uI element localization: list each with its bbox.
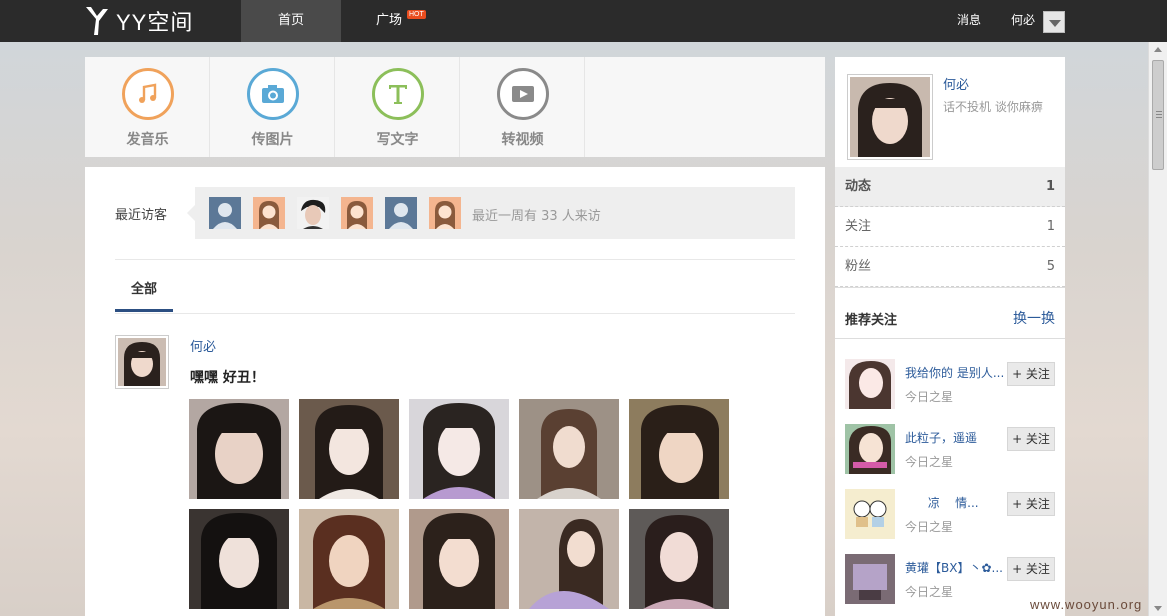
tab-underline — [115, 313, 795, 314]
publish-photo-button[interactable]: 传图片 — [210, 57, 335, 157]
top-navigation-bar: YY空间 首页 广场 HOT 消息 何必 — [0, 0, 1167, 42]
follow-button[interactable]: + 关注 — [1007, 492, 1055, 516]
post-photo[interactable] — [409, 509, 509, 609]
visitor-avatar[interactable] — [297, 197, 329, 229]
user-menu-name[interactable]: 何必 — [1011, 0, 1035, 42]
stat-fans[interactable]: 粉丝 5 — [835, 247, 1065, 287]
yy-logo-icon — [86, 7, 108, 35]
chevron-down-icon[interactable] — [1043, 11, 1065, 33]
watermark: www.wooyun.org — [1030, 597, 1143, 612]
recommend-subtitle: 今日之星 — [905, 390, 954, 404]
profile-signature: 话不投机 谈你麻痹 — [943, 100, 1043, 114]
publish-music-button[interactable]: 发音乐 — [85, 57, 210, 157]
stat-following[interactable]: 关注 1 — [835, 207, 1065, 247]
page-scrollbar[interactable] — [1148, 42, 1167, 616]
publish-toolbar: 发音乐 传图片 写文字 转视频 — [85, 57, 825, 157]
music-note-icon — [122, 68, 174, 120]
logo[interactable]: YY空间 — [84, 5, 193, 37]
recommend-subtitle: 今日之星 — [905, 455, 954, 469]
visitor-avatar[interactable] — [341, 197, 373, 229]
stat-following-value: 1 — [1046, 219, 1055, 234]
recommend-subtitle: 今日之星 — [905, 520, 954, 534]
recommend-avatar[interactable] — [845, 359, 895, 409]
post-author-avatar[interactable] — [115, 335, 169, 389]
recommend-item: 黄瓘【BX】丶✿... 今日之星 + 关注 — [845, 554, 1055, 604]
follow-button[interactable]: + 关注 — [1007, 362, 1055, 386]
nav-home-tab[interactable]: 首页 — [241, 0, 341, 42]
publish-video-label: 转视频 — [501, 132, 544, 148]
publish-text-button[interactable]: 写文字 — [335, 57, 460, 157]
nav-square-tab[interactable]: 广场 — [376, 0, 402, 42]
recommend-name[interactable]: 凉 情... — [905, 494, 1005, 511]
logo-text: YY空间 — [116, 10, 194, 35]
recent-visitors-label: 最近访客 — [115, 208, 168, 223]
stat-fans-value: 5 — [1046, 259, 1055, 274]
profile-avatar[interactable] — [847, 74, 933, 160]
publish-music-label: 发音乐 — [126, 132, 169, 148]
recommend-avatar[interactable] — [845, 489, 895, 539]
messages-link[interactable]: 消息 — [957, 0, 981, 42]
recommend-item: 我给你的 是别人... 今日之星 + 关注 — [845, 359, 1055, 409]
post-photo[interactable] — [189, 399, 289, 499]
post-photo[interactable] — [299, 509, 399, 609]
stat-posts[interactable]: 动态 1 — [835, 167, 1065, 207]
stat-fans-label: 粉丝 — [845, 259, 872, 274]
recent-visitors-box: 最近一周有 33 人来访 — [187, 187, 795, 239]
divider — [115, 259, 795, 260]
post-photo[interactable] — [409, 399, 509, 499]
visitor-avatar[interactable] — [253, 197, 285, 229]
recommend-item: 凉 情... 今日之星 + 关注 — [845, 489, 1055, 539]
text-t-icon — [372, 68, 424, 120]
recommend-avatar[interactable] — [845, 424, 895, 474]
post-author-name[interactable]: 何必 — [190, 336, 216, 355]
publish-photo-label: 传图片 — [251, 132, 294, 148]
post-photo[interactable] — [519, 399, 619, 499]
recommend-name[interactable]: 黄瓘【BX】丶✿... — [905, 559, 1005, 576]
scrollbar-thumb[interactable] — [1152, 60, 1164, 170]
divider — [835, 287, 1065, 288]
post-photo[interactable] — [299, 399, 399, 499]
visitor-avatar[interactable] — [385, 197, 417, 229]
scroll-up-icon[interactable] — [1154, 47, 1162, 52]
recommend-refresh-link[interactable]: 换一换 — [1013, 308, 1055, 328]
divider — [835, 338, 1065, 339]
camera-icon — [247, 68, 299, 120]
profile-name[interactable]: 何必 — [943, 74, 969, 93]
main-feed: 最近访客 最近一周有 33 人来访 全部 何必 嘿嘿 好丑！ — [85, 167, 825, 616]
post-photo[interactable] — [519, 509, 619, 609]
post-photo[interactable] — [629, 399, 729, 499]
video-play-icon — [497, 68, 549, 120]
publish-video-button[interactable]: 转视频 — [460, 57, 585, 157]
tab-all[interactable]: 全部 — [115, 280, 173, 312]
stat-following-label: 关注 — [845, 219, 872, 234]
post-text: 嘿嘿 好丑！ — [190, 370, 265, 386]
profile-sidebar: 何必 话不投机 谈你麻痹 动态 1 关注 1 粉丝 5 推荐关注 换一换 我给你… — [835, 57, 1065, 616]
stat-posts-label: 动态 — [845, 179, 872, 194]
recommend-subtitle: 今日之星 — [905, 585, 954, 599]
stat-posts-value: 1 — [1045, 179, 1055, 194]
recommend-name[interactable]: 我给你的 是别人... — [905, 364, 1005, 381]
hot-badge: HOT — [407, 10, 426, 19]
profile-stats: 动态 1 关注 1 粉丝 5 — [835, 167, 1065, 287]
post-photo[interactable] — [189, 509, 289, 609]
follow-button[interactable]: + 关注 — [1007, 557, 1055, 581]
recommend-title: 推荐关注 — [845, 313, 898, 328]
post-photo[interactable] — [629, 509, 729, 609]
scroll-down-icon[interactable] — [1154, 606, 1162, 611]
recommend-item: 此粒子，遥遥 今日之星 + 关注 — [845, 424, 1055, 474]
recommend-avatar[interactable] — [845, 554, 895, 604]
visitors-summary: 最近一周有 33 人来访 — [472, 209, 601, 224]
recommend-name[interactable]: 此粒子，遥遥 — [905, 429, 1005, 446]
follow-button[interactable]: + 关注 — [1007, 427, 1055, 451]
visitor-avatar[interactable] — [209, 197, 241, 229]
visitor-avatar[interactable] — [429, 197, 461, 229]
publish-text-label: 写文字 — [376, 132, 419, 148]
